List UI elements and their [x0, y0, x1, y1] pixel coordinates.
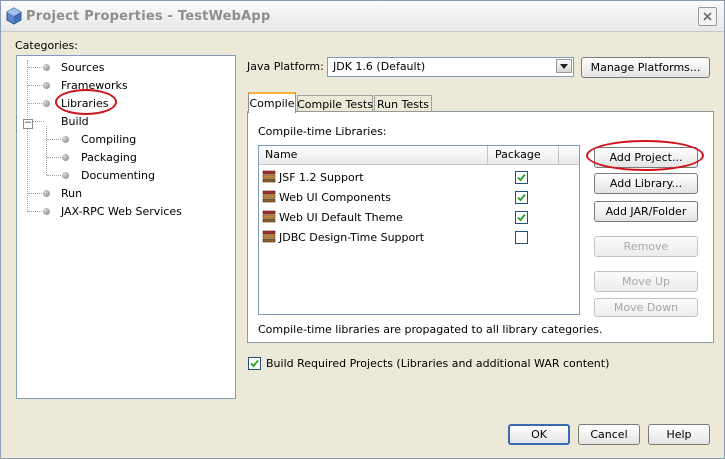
checkmark-icon — [517, 173, 526, 182]
add-jar-folder-button[interactable]: Add JAR/Folder — [594, 201, 698, 222]
window-title: Project Properties - TestWebApp — [26, 9, 271, 24]
library-jar-icon — [262, 210, 276, 223]
compile-libraries-label: Compile-time Libraries: — [258, 125, 387, 138]
tree-guide — [27, 60, 28, 212]
table-row[interactable]: JDBC Design-Time Support — [259, 227, 579, 247]
tree-guide — [28, 67, 44, 68]
build-required-label[interactable]: Build Required Projects (Libraries and a… — [266, 357, 609, 370]
node-bullet-icon — [62, 172, 69, 179]
collapse-toggle[interactable]: − — [23, 119, 33, 129]
close-button[interactable] — [698, 7, 717, 26]
categories-label: Categories: — [15, 39, 78, 52]
tree-guide — [28, 103, 44, 104]
remove-button[interactable]: Remove — [594, 236, 698, 257]
library-jar-icon — [262, 170, 276, 183]
package-checkbox[interactable] — [515, 171, 528, 184]
tree-guide — [47, 175, 63, 176]
column-header-package[interactable]: Package — [489, 146, 559, 164]
library-name: Web UI Default Theme — [279, 211, 403, 224]
highlight-ring-libraries — [55, 89, 117, 115]
table-row[interactable]: JSF 1.2 Support — [259, 167, 579, 187]
library-jar-icon — [262, 190, 276, 203]
propagation-note: Compile-time libraries are propagated to… — [258, 323, 603, 336]
tree-item-label: Documenting — [81, 169, 155, 182]
checkmark-icon — [250, 359, 259, 368]
highlight-ring-add-project — [586, 140, 704, 171]
column-header-name[interactable]: Name — [259, 146, 488, 164]
tree-guide — [28, 85, 44, 86]
library-name: Web UI Components — [279, 191, 391, 204]
table-header: Name Package — [259, 146, 579, 165]
node-bullet-icon — [43, 100, 50, 107]
build-required-checkbox[interactable] — [248, 357, 261, 370]
tree-item-label: Packaging — [81, 151, 137, 164]
move-down-button[interactable]: Move Down — [594, 298, 698, 317]
package-checkbox[interactable] — [515, 231, 528, 244]
node-bullet-icon — [62, 154, 69, 161]
package-checkbox[interactable] — [515, 191, 528, 204]
java-platform-label: Java Platform: — [247, 60, 324, 73]
tab-compile[interactable]: Compile — [248, 92, 296, 113]
tree-item-label: Run — [61, 187, 83, 200]
help-button[interactable]: Help — [648, 424, 710, 445]
project-properties-dialog: Project Properties - TestWebApp Categori… — [0, 0, 725, 459]
node-bullet-icon — [43, 82, 50, 89]
title-bar: Project Properties - TestWebApp — [1, 1, 724, 32]
library-jar-icon — [262, 230, 276, 243]
tree-item-label: Build — [61, 115, 89, 128]
tree-guide — [28, 193, 44, 194]
library-name: JDBC Design-Time Support — [279, 231, 425, 244]
manage-platforms-button[interactable]: Manage Platforms... — [581, 57, 710, 78]
node-bullet-icon — [43, 190, 50, 197]
tree-item-label: Compiling — [81, 133, 137, 146]
close-icon — [703, 12, 712, 21]
ok-button[interactable]: OK — [508, 424, 570, 445]
java-platform-select[interactable]: JDK 1.6 (Default) — [327, 57, 574, 77]
add-library-button[interactable]: Add Library... — [594, 173, 698, 194]
table-row[interactable]: Web UI Default Theme — [259, 207, 579, 227]
node-bullet-icon — [43, 208, 50, 215]
checkmark-icon — [517, 193, 526, 202]
java-platform-value: JDK 1.6 (Default) — [333, 60, 426, 73]
categories-tree[interactable]: − Sources Frameworks Libraries Build Com… — [16, 55, 236, 399]
move-up-button[interactable]: Move Up — [594, 271, 698, 292]
tree-guide — [47, 139, 63, 140]
tree-guide — [46, 126, 47, 175]
tree-guide — [32, 121, 44, 122]
node-bullet-icon — [62, 136, 69, 143]
node-bullet-icon — [43, 64, 50, 71]
package-checkbox[interactable] — [515, 211, 528, 224]
cancel-button[interactable]: Cancel — [578, 424, 640, 445]
tree-guide — [47, 157, 63, 158]
libraries-table[interactable]: Name Package JSF 1.2 Support Web UI Comp… — [258, 145, 580, 315]
tree-item-label: Sources — [61, 61, 105, 74]
netbeans-cube-icon — [6, 7, 22, 25]
table-row[interactable]: Web UI Components — [259, 187, 579, 207]
tree-item-label: JAX-RPC Web Services — [61, 205, 182, 218]
library-name: JSF 1.2 Support — [279, 171, 364, 184]
tree-guide — [28, 211, 44, 212]
checkmark-icon — [517, 213, 526, 222]
chevron-down-icon[interactable] — [556, 59, 572, 73]
